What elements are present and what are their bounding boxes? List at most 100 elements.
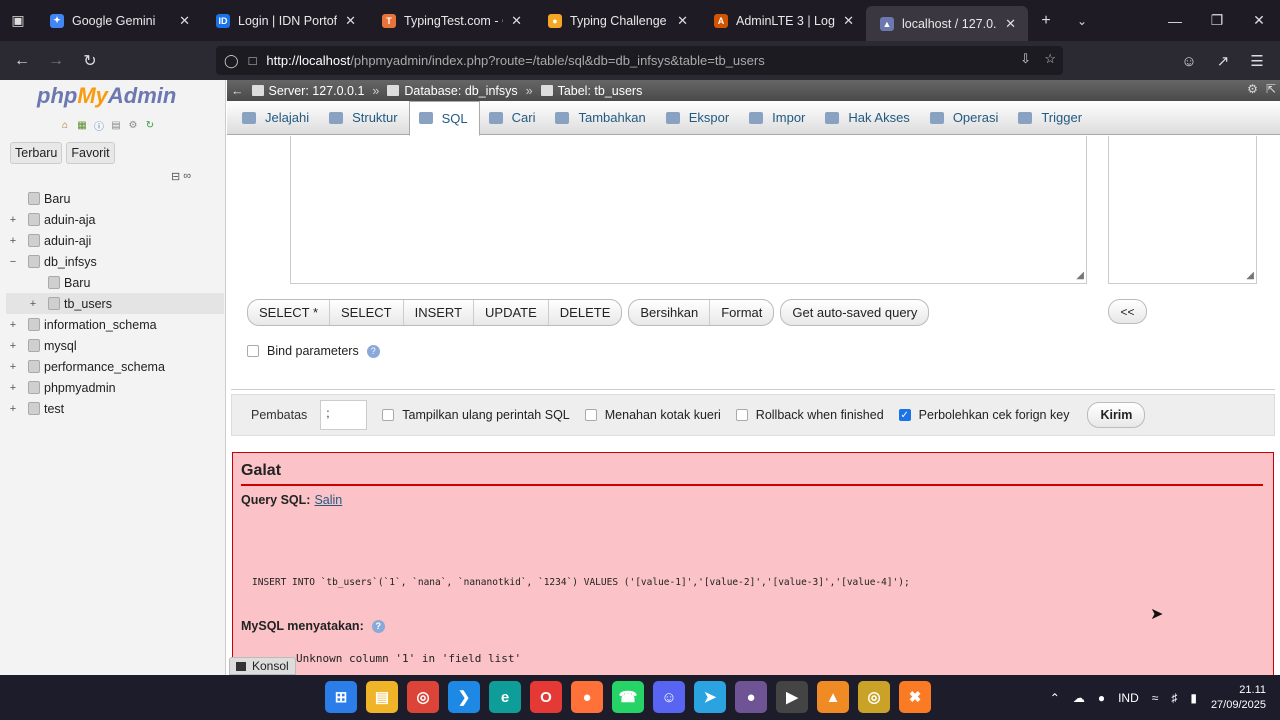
edge-icon[interactable]: e	[489, 681, 521, 713]
tab-ekspor[interactable]: Ekspor	[657, 101, 740, 135]
tab-hak-akses[interactable]: Hak Akses	[816, 101, 920, 135]
vlc-icon[interactable]: ▲	[817, 681, 849, 713]
minimize-icon[interactable]: —	[1154, 0, 1196, 41]
tree-item-label[interactable]: aduin-aji	[44, 234, 91, 248]
sql-query-textarea[interactable]: ◢	[290, 136, 1087, 284]
address-bar[interactable]: ◯ □ http://localhost/phpmyadmin/index.ph…	[216, 46, 1063, 75]
option-checkbox[interactable]: ✓	[898, 409, 911, 421]
update-button[interactable]: UPDATE	[474, 300, 549, 325]
tab-cari[interactable]: Cari	[480, 101, 547, 135]
expand-icon[interactable]: +	[6, 381, 20, 395]
expand-icon[interactable]: +	[6, 339, 20, 353]
browser-tab[interactable]: T TypingTest.com - Comp ✕	[368, 0, 534, 41]
opera-icon[interactable]: O	[530, 681, 562, 713]
close-window-icon[interactable]: ✕	[1238, 0, 1280, 41]
submit-button[interactable]: Kirim	[1087, 402, 1146, 428]
docs-help-icon[interactable]: ⓘ	[92, 118, 106, 133]
menu-hamburger-icon[interactable]: ☰	[1240, 44, 1274, 78]
get-autosaved-query-button[interactable]: Get auto-saved query	[781, 300, 928, 325]
delimiter-input[interactable]: ;	[320, 400, 368, 430]
collapse-all-icon[interactable]: ⊟	[171, 170, 180, 183]
close-tab-icon[interactable]: ✕	[843, 13, 854, 29]
tree-item-label[interactable]: Baru	[64, 276, 90, 290]
close-tab-icon[interactable]: ✕	[677, 13, 688, 29]
option-checkbox[interactable]	[584, 409, 597, 421]
tree-item[interactable]: + tb_users	[6, 293, 224, 314]
tree-item-label[interactable]: test	[44, 402, 64, 416]
volume-icon[interactable]: ♯	[1171, 691, 1177, 705]
copy-query-link[interactable]: Salin	[314, 493, 342, 507]
shield-icon[interactable]: ◯	[224, 53, 239, 69]
back-arrow-icon[interactable]: ←	[5, 44, 39, 78]
tab-list-icon[interactable]: ▣	[0, 0, 36, 41]
expand-icon[interactable]: +	[6, 360, 20, 374]
expand-icon[interactable]: +	[6, 213, 20, 227]
columns-list[interactable]: ◢	[1108, 136, 1257, 284]
console-toggle-button[interactable]: Konsol	[229, 657, 296, 675]
help-icon[interactable]: ?	[366, 344, 380, 358]
chrome-canary-icon[interactable]: ◎	[858, 681, 890, 713]
start-icon[interactable]: ⊞	[325, 681, 357, 713]
logout-icon[interactable]: ▦	[75, 118, 89, 132]
tree-item-label[interactable]: db_infsys	[44, 255, 97, 269]
documentation-icon[interactable]: ▤	[109, 118, 123, 132]
browser-tab[interactable]: ● Typing Challenge II Qu ✕	[534, 0, 700, 41]
vscode-icon[interactable]: ❯	[448, 681, 480, 713]
resize-handle-icon[interactable]: ◢	[1076, 270, 1084, 281]
insert-button[interactable]: INSERT	[404, 300, 475, 325]
close-tab-icon[interactable]: ✕	[511, 13, 522, 29]
bind-parameters-checkbox[interactable]	[247, 345, 259, 357]
account-icon[interactable]: ☺	[1172, 44, 1206, 78]
tree-item-label[interactable]: aduin-aja	[44, 213, 95, 227]
battery-icon[interactable]: ▮	[1190, 691, 1197, 705]
tab-tambahkan[interactable]: Tambahkan	[546, 101, 656, 135]
github-icon[interactable]: ●	[735, 681, 767, 713]
link-with-main-icon[interactable]: ∞	[183, 170, 191, 183]
breadcrumb-table[interactable]: Tabel: tb_users	[540, 84, 642, 98]
maximize-icon[interactable]: ❐	[1196, 0, 1238, 41]
telegram-icon[interactable]: ➤	[694, 681, 726, 713]
option-checkbox[interactable]	[735, 409, 748, 421]
help-icon[interactable]: ?	[371, 619, 385, 633]
tree-item[interactable]: + phpmyadmin	[6, 377, 224, 398]
breadcrumb-database[interactable]: Database: db_infsys	[387, 84, 518, 98]
save-page-icon[interactable]: ⇩	[1020, 51, 1031, 67]
discord-icon[interactable]: ☺	[653, 681, 685, 713]
settings-gear-icon[interactable]: ⚙	[126, 118, 140, 132]
tree-item[interactable]: + aduin-aji	[6, 230, 224, 251]
page-info-icon[interactable]: □	[249, 53, 257, 68]
tray-overflow-chevron-icon[interactable]: ⌃	[1050, 691, 1060, 705]
browser-tab[interactable]: ID Login | IDN Portofolio ✕	[202, 0, 368, 41]
select-star-button[interactable]: SELECT *	[248, 300, 331, 325]
language-indicator[interactable]: IND	[1118, 691, 1139, 705]
reload-icon[interactable]: ↻	[73, 44, 107, 78]
tab-struktur[interactable]: Struktur	[320, 101, 409, 135]
tab-overflow-chevron-icon[interactable]: ⌄	[1064, 0, 1100, 41]
tab-trigger[interactable]: Trigger	[1009, 101, 1093, 135]
close-tab-icon[interactable]: ✕	[1005, 16, 1016, 32]
tree-item[interactable]: + information_schema	[6, 314, 224, 335]
collapse-columns-button[interactable]: <<	[1108, 299, 1147, 324]
collapse-menu-icon[interactable]: ⇱	[1266, 82, 1276, 96]
expand-icon[interactable]: +	[6, 402, 20, 416]
tab-jelajahi[interactable]: Jelajahi	[233, 101, 320, 135]
tree-item-label[interactable]: tb_users	[64, 297, 112, 311]
onedrive-cloud-icon[interactable]: ☁	[1073, 691, 1085, 705]
collapse-icon[interactable]: −	[6, 255, 20, 269]
format-button[interactable]: Format	[710, 300, 773, 325]
tree-item[interactable]: Baru	[6, 272, 224, 293]
whatsapp-icon[interactable]: ☎	[612, 681, 644, 713]
phpmyadmin-logo[interactable]: phpMyAdmin	[37, 83, 176, 109]
chrome-icon[interactable]: ◎	[407, 681, 439, 713]
media-player-icon[interactable]: ▶	[776, 681, 808, 713]
firefox-icon[interactable]: ●	[571, 681, 603, 713]
reload-navigation-icon[interactable]: ↻	[143, 118, 157, 132]
tree-item[interactable]: + mysql	[6, 335, 224, 356]
xampp-icon[interactable]: ✖	[899, 681, 931, 713]
option-checkbox[interactable]	[382, 409, 395, 421]
close-tab-icon[interactable]: ✕	[345, 13, 356, 29]
browser-tab[interactable]: ▲ localhost / 127.0.0.1 / d ✕	[866, 6, 1028, 41]
tree-item[interactable]: Baru	[6, 188, 224, 209]
tree-item[interactable]: + aduin-aja	[6, 209, 224, 230]
tree-item-label[interactable]: performance_schema	[44, 360, 165, 374]
